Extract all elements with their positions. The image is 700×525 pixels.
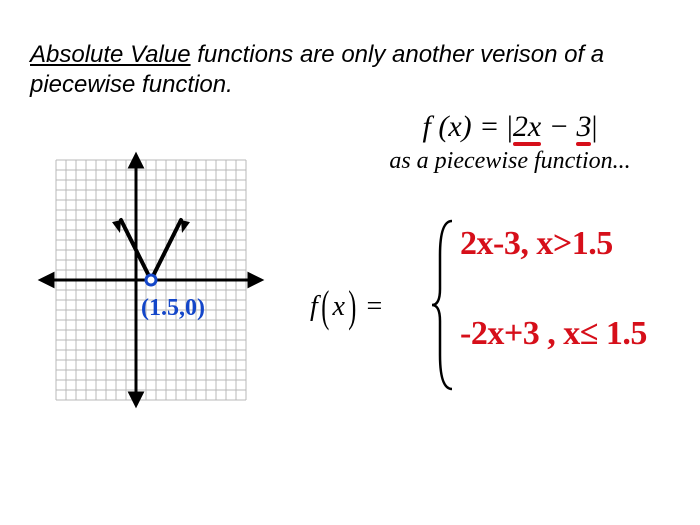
eq-prefix: f (x) = bbox=[423, 110, 507, 143]
fx-equals: = bbox=[360, 291, 383, 322]
piecewise-definition: f(x) = 2x-3, x>1.5 -2x+3 , x≤ 1.5 bbox=[310, 205, 700, 405]
paren-open-icon: ( bbox=[321, 281, 329, 332]
fx-label: f(x) = bbox=[310, 275, 382, 326]
graph-panel: (1.5,0) bbox=[36, 150, 266, 410]
content-row: (1.5,0) f (x) = |2x − 3| as a piecewise … bbox=[30, 130, 680, 505]
fx-x: x bbox=[332, 291, 344, 322]
function-equation: f (x) = |2x − 3| bbox=[310, 110, 700, 144]
eq-minus: − bbox=[541, 110, 576, 143]
eq-term-3: 3 bbox=[576, 110, 591, 143]
eq-term-2x: 2x bbox=[513, 110, 541, 143]
graph-svg bbox=[36, 150, 266, 410]
vertex-label: (1.5,0) bbox=[141, 295, 205, 322]
vertex-point bbox=[146, 275, 156, 285]
piecewise-brace-icon bbox=[430, 215, 460, 395]
piecewise-case-2: -2x+3 , x≤ 1.5 bbox=[460, 315, 647, 353]
paren-close-icon: ) bbox=[348, 281, 356, 332]
piecewise-case-1: 2x-3, x>1.5 bbox=[460, 225, 613, 263]
slide: Absolute Value functions are only anothe… bbox=[0, 0, 700, 525]
heading-absolute-value: Absolute Value bbox=[30, 41, 191, 68]
intro-text: Absolute Value functions are only anothe… bbox=[30, 40, 670, 100]
abs-bar-close: | bbox=[591, 110, 597, 143]
equation-subtitle: as a piecewise function... bbox=[310, 148, 700, 175]
abs-bar-open: | bbox=[507, 110, 513, 143]
fx-f: f bbox=[310, 291, 318, 322]
equation-column: f (x) = |2x − 3| as a piecewise function… bbox=[310, 110, 700, 175]
